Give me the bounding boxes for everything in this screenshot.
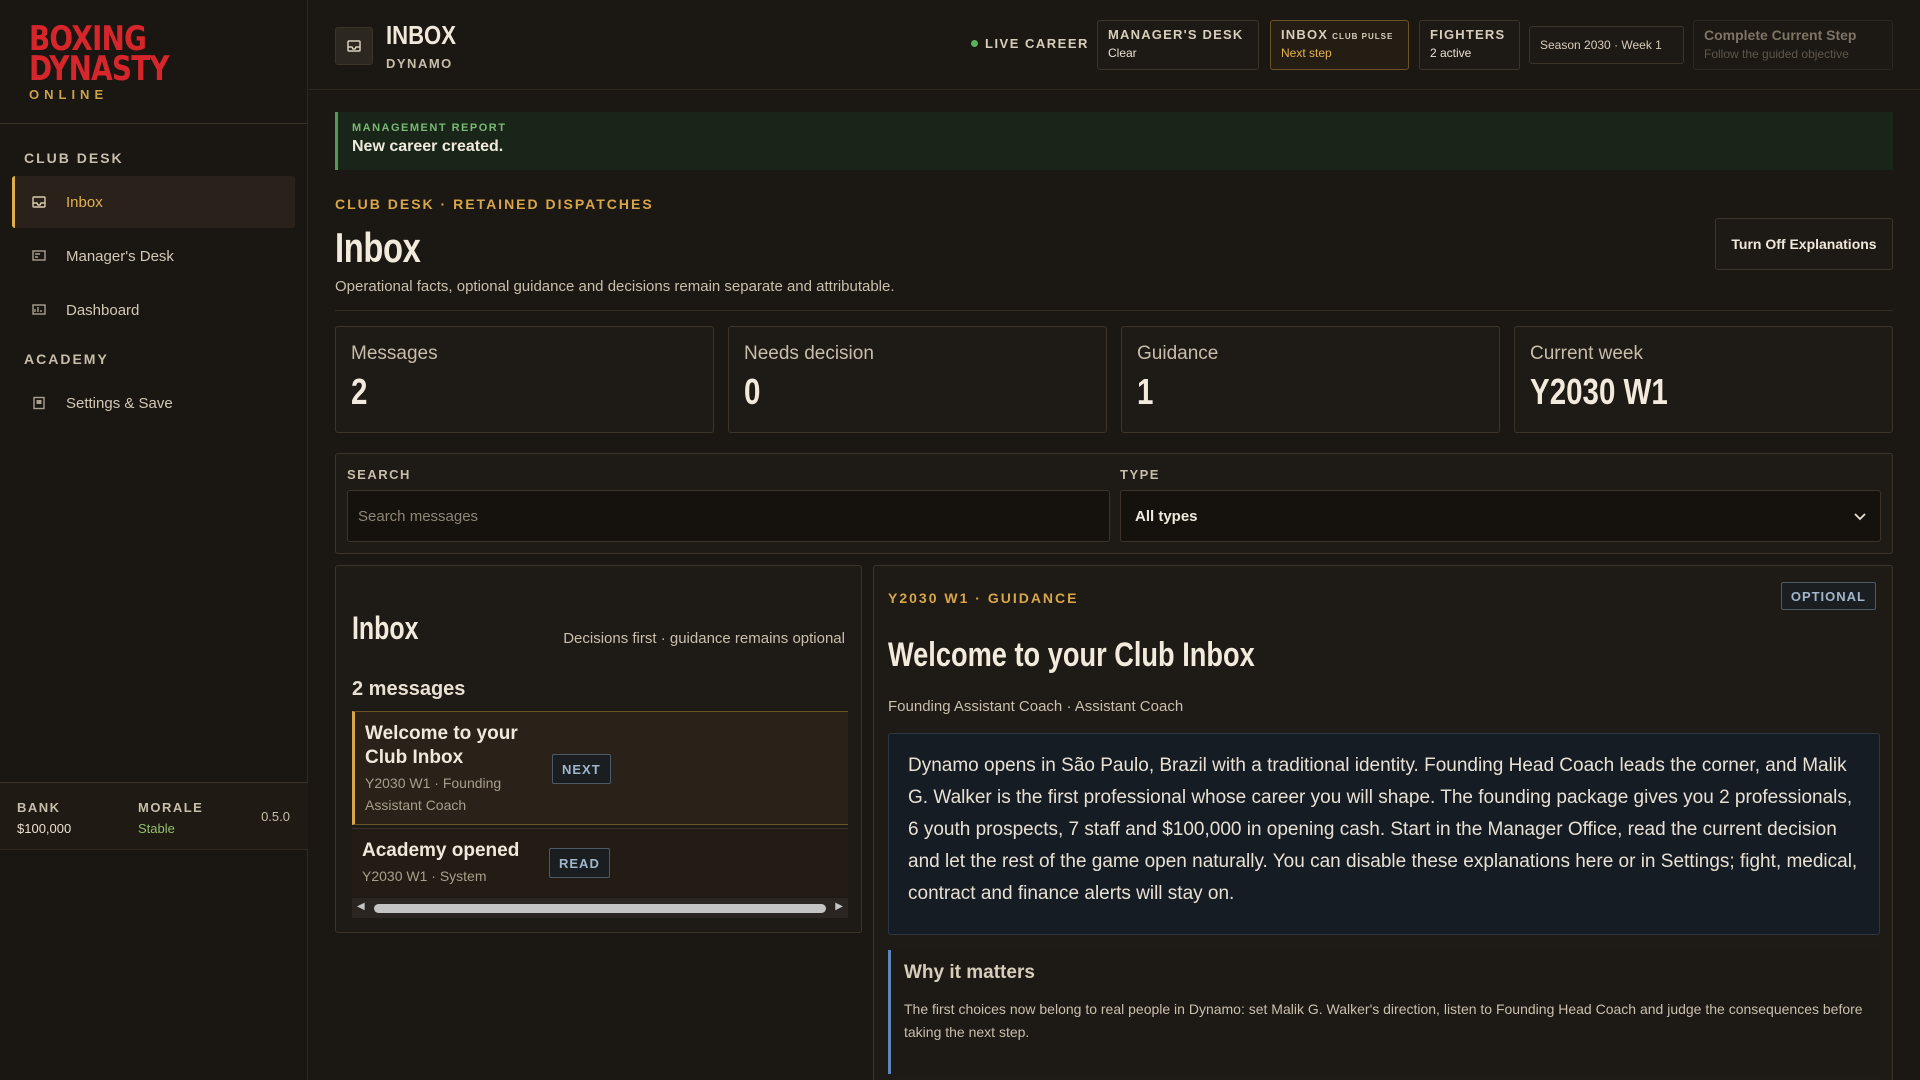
- scrollbar-thumb[interactable]: [374, 904, 826, 913]
- stat-value: Y2030 W1: [1530, 371, 1668, 412]
- sidebar-item-settings[interactable]: Settings & Save: [12, 377, 295, 429]
- chip-value: 2 active: [1430, 46, 1472, 60]
- horizontal-scrollbar[interactable]: ◀ ▶: [352, 898, 848, 918]
- top-title: Inbox: [386, 20, 456, 50]
- search-label: Search: [347, 467, 411, 482]
- banner-label: Management Report: [352, 122, 507, 134]
- detail-title: Welcome to your Club Inbox: [888, 636, 1255, 674]
- season-week-chip: Season 2030 · Week 1: [1529, 26, 1684, 64]
- app-version: 0.5.0: [261, 809, 290, 824]
- sidebar: Boxing Dynasty Online Club Desk Inbox Ma…: [0, 0, 308, 1080]
- list-hint: Decisions first · guidance remains optio…: [563, 630, 845, 647]
- list-item[interactable]: Academy opened Y2030 W1 · System Read: [352, 828, 848, 896]
- stat-label: Current week: [1530, 343, 1643, 364]
- chip-value: Follow the guided objective: [1704, 47, 1849, 61]
- sidebar-footer: Bank $100,000 Morale Stable 0.5.0: [0, 782, 308, 850]
- inbox-icon: [335, 27, 373, 65]
- detail-author: Founding Assistant Coach · Assistant Coa…: [888, 698, 1184, 715]
- dashboard-icon: [32, 303, 46, 317]
- message-count: 2 messages: [352, 678, 466, 700]
- sidebar-item-dashboard[interactable]: Dashboard: [12, 284, 295, 336]
- stat-messages: Messages 2: [335, 326, 714, 433]
- message-title: Welcome to your Club Inbox: [365, 723, 518, 768]
- brand-logo[interactable]: Boxing Dynasty Online: [29, 22, 199, 102]
- stat-value: 2: [351, 371, 368, 412]
- chip-title: Inbox Club pulse: [1281, 27, 1398, 42]
- sidebar-item-inbox[interactable]: Inbox: [12, 176, 295, 228]
- message-status-tag: Next: [552, 754, 611, 784]
- sidebar-item-label: Dashboard: [66, 301, 140, 319]
- settings-icon: [32, 396, 46, 410]
- inbox-chip[interactable]: Inbox Club pulse Next step: [1270, 20, 1409, 70]
- sidebar-item-label: Settings & Save: [66, 394, 173, 412]
- page-eyebrow: Club Desk · Retained Dispatches: [335, 196, 654, 212]
- chip-value: Clear: [1108, 46, 1137, 60]
- filter-panel: Search Type All types: [335, 453, 1893, 554]
- banner-text: New career created.: [352, 138, 504, 155]
- page-title: Inbox: [335, 224, 421, 271]
- live-status-icon: [971, 40, 978, 47]
- sidebar-divider: [0, 123, 308, 124]
- stat-label: Messages: [351, 343, 438, 364]
- brand-line-2: Dynasty: [29, 49, 170, 89]
- inbox-icon: [32, 195, 46, 209]
- stat-needs-decision: Needs decision 0: [728, 326, 1107, 433]
- message-meta: Y2030 W1 · System: [362, 868, 487, 884]
- stat-current-week: Current week Y2030 W1: [1514, 326, 1893, 433]
- scroll-left-icon[interactable]: ◀: [357, 901, 365, 912]
- sidebar-item-managers-desk[interactable]: Manager's Desk: [12, 230, 295, 282]
- morale-label: Morale: [138, 800, 204, 815]
- morale-value: Stable: [138, 821, 175, 836]
- sidebar-item-label: Inbox: [66, 193, 103, 211]
- stat-guidance: Guidance 1: [1121, 326, 1500, 433]
- chevron-down-icon: [1854, 508, 1866, 525]
- message-list-panel: Inbox Decisions first · guidance remains…: [335, 565, 862, 933]
- scroll-right-icon[interactable]: ▶: [835, 901, 843, 912]
- why-it-matters-callout: Why it matters The first choices now bel…: [888, 950, 1880, 1074]
- chip-subtitle: Club pulse: [1332, 32, 1394, 41]
- bank-value: $100,000: [17, 821, 72, 836]
- chip-title-text: Inbox: [1281, 27, 1329, 42]
- search-input[interactable]: [347, 490, 1110, 542]
- bank-label: Bank: [17, 800, 61, 815]
- message-detail-panel: Y2030 W1 · Guidance Optional Welcome to …: [873, 565, 1893, 1080]
- complete-step-button[interactable]: Complete Current Step Follow the guided …: [1693, 20, 1893, 70]
- stat-value: 1: [1137, 371, 1154, 412]
- management-report-banner: Management Report New career created.: [335, 112, 1893, 170]
- why-title: Why it matters: [904, 962, 1035, 983]
- optional-badge: Optional: [1780, 582, 1876, 610]
- chip-title: Manager's Desk: [1108, 27, 1244, 42]
- stat-label: Guidance: [1137, 343, 1219, 364]
- managers-desk-chip[interactable]: Manager's Desk Clear: [1097, 20, 1259, 70]
- turn-off-explanations-button[interactable]: Turn Off Explanations: [1715, 218, 1893, 270]
- live-career-label: Live Career: [985, 36, 1089, 51]
- stat-label: Needs decision: [744, 343, 874, 364]
- message-meta: Y2030 W1 · Founding Assistant Coach: [365, 775, 502, 813]
- live-career-indicator: Live Career: [971, 36, 1089, 51]
- desk-icon: [32, 249, 46, 263]
- list-item[interactable]: Welcome to your Club Inbox Y2030 W1 · Fo…: [352, 711, 848, 825]
- type-select-value: All types: [1135, 507, 1198, 525]
- brand-line-3: Online: [29, 87, 109, 102]
- sidebar-item-label: Manager's Desk: [66, 247, 174, 265]
- top-bar: Inbox Dynamo Live Career Manager's Desk …: [309, 0, 1920, 90]
- section-academy: Academy: [24, 351, 109, 367]
- club-name: Dynamo: [386, 56, 453, 71]
- fighters-chip[interactable]: Fighters 2 active: [1419, 20, 1520, 70]
- chip-title: Fighters: [1430, 27, 1506, 42]
- type-select[interactable]: All types: [1120, 490, 1881, 542]
- divider: [335, 310, 1893, 311]
- type-label: Type: [1120, 467, 1160, 482]
- message-status-tag: Read: [549, 848, 610, 878]
- stat-value: 0: [744, 371, 761, 412]
- detail-eyebrow: Y2030 W1 · Guidance: [888, 590, 1079, 606]
- chip-value: Next step: [1281, 46, 1332, 60]
- section-club-desk: Club Desk: [24, 150, 124, 166]
- why-text: The first choices now belong to real peo…: [904, 1001, 1863, 1040]
- chip-title: Complete Current Step: [1704, 27, 1857, 43]
- page-description: Operational facts, optional guidance and…: [335, 278, 895, 295]
- detail-body: Dynamo opens in São Paulo, Brazil with a…: [888, 733, 1880, 935]
- list-title: Inbox: [352, 610, 419, 646]
